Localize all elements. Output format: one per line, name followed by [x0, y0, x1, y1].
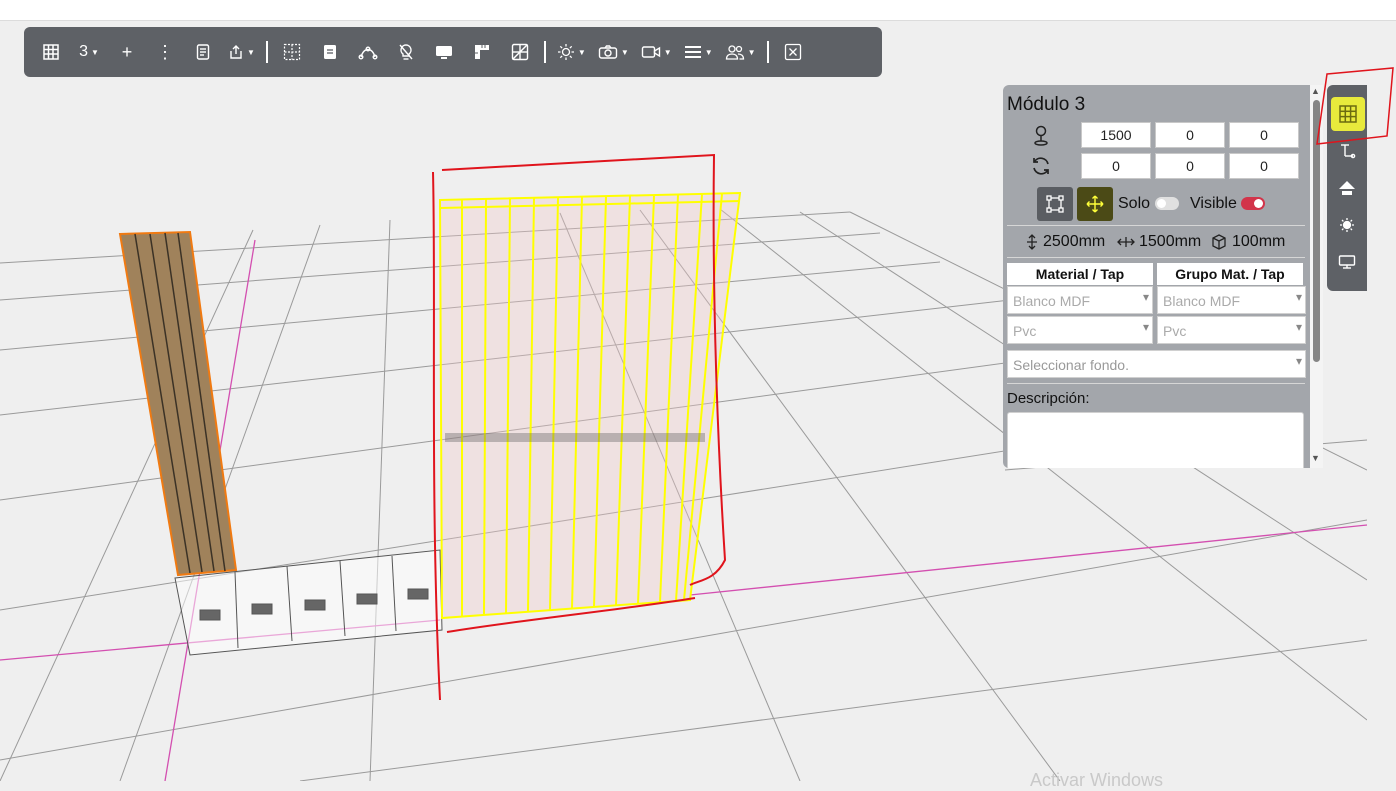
rotate-icon: [1029, 154, 1053, 178]
rail-light-button[interactable]: [1333, 211, 1361, 239]
lines-icon[interactable]: ▼: [680, 37, 717, 67]
panel-divider: [1007, 225, 1305, 226]
chevron-down-icon: ▼: [704, 47, 713, 57]
curve-icon[interactable]: [351, 37, 385, 67]
height-value: 2500mm: [1043, 233, 1106, 250]
solo-toggle[interactable]: [1155, 197, 1179, 210]
chevron-down-icon: ▼: [620, 47, 629, 57]
module-properties-panel: Módulo 3 Solo Visible 2500mm 1500mm: [1003, 85, 1310, 468]
group-material-select[interactable]: Blanco MDF: [1157, 286, 1306, 314]
description-textarea[interactable]: [1007, 412, 1304, 468]
chevron-down-icon: ▼: [577, 47, 586, 57]
toolbar-divider: [766, 41, 769, 63]
export-icon[interactable]: ▼: [224, 37, 259, 67]
solo-label: Solo: [1118, 195, 1151, 212]
chevron-down-icon: ▼: [247, 47, 255, 57]
position-y-input[interactable]: [1155, 122, 1225, 148]
video-icon[interactable]: ▼: [637, 37, 676, 67]
more-icon[interactable]: ⋮: [148, 37, 182, 67]
material-edge-select[interactable]: Pvc: [1007, 316, 1153, 344]
chevron-down-icon: ▼: [747, 47, 756, 57]
selected-panel-module: [438, 191, 742, 620]
monitor-icon[interactable]: [427, 37, 461, 67]
close-view-icon[interactable]: [776, 37, 810, 67]
position-x-input[interactable]: [1081, 122, 1151, 148]
grid-icon[interactable]: [275, 37, 309, 67]
camera-icon[interactable]: ▼: [594, 37, 633, 67]
sheet-icon[interactable]: [313, 37, 347, 67]
main-toolbar: 3 ▼ + ⋮ ▼ ▼ ▼ ▼ ▼ ▼: [24, 27, 882, 77]
dimensions-row: 2500mm 1500mm 100mm: [1003, 231, 1310, 253]
sun-icon[interactable]: ▼: [553, 37, 590, 67]
document-icon[interactable]: [186, 37, 220, 67]
group-edge-select[interactable]: Pvc: [1157, 316, 1306, 344]
browser-top-strip: [0, 0, 1396, 21]
depth-value: 100mm: [1232, 233, 1286, 250]
depth-box-icon: [1212, 234, 1226, 250]
panel-divider: [1007, 383, 1305, 384]
group-material-header: Grupo Mat. / Tap: [1157, 263, 1303, 285]
mode-controls: Solo Visible: [1003, 187, 1310, 221]
add-icon[interactable]: +: [110, 37, 144, 67]
material-select[interactable]: Blanco MDF: [1007, 286, 1153, 314]
rotation-y-input[interactable]: [1155, 153, 1225, 179]
material-header: Material / Tap: [1007, 263, 1153, 285]
modules-icon[interactable]: [34, 37, 68, 67]
panel-divider: [1007, 257, 1305, 258]
position-z-input[interactable]: [1229, 122, 1299, 148]
visible-toggle[interactable]: [1241, 197, 1265, 210]
toolbar-divider: [265, 41, 268, 63]
module-count-dropdown[interactable]: 3 ▼: [72, 37, 106, 67]
height-icon: [1027, 234, 1037, 250]
chevron-down-icon: ▼: [90, 47, 99, 57]
width-value: 1500mm: [1139, 233, 1202, 250]
scroll-down-icon[interactable]: ▼: [1311, 453, 1320, 463]
ruler-icon[interactable]: [465, 37, 499, 67]
rail-home-button[interactable]: [1333, 174, 1361, 202]
move-mode-button[interactable]: [1077, 187, 1113, 221]
users-icon[interactable]: ▼: [721, 37, 760, 67]
position-pin-icon: [1029, 123, 1053, 147]
background-select[interactable]: Seleccionar fondo.: [1007, 350, 1306, 378]
rotation-x-input[interactable]: [1081, 153, 1151, 179]
visible-label: Visible: [1190, 195, 1237, 212]
light-off-icon[interactable]: [389, 37, 423, 67]
pattern-icon[interactable]: [503, 37, 537, 67]
red-highlight-annotation: [1316, 67, 1394, 145]
module-count: 3: [79, 43, 88, 60]
chevron-down-icon: ▼: [663, 47, 672, 57]
width-icon: [1117, 237, 1135, 247]
position-row: [1003, 121, 1310, 150]
toolbar-divider: [543, 41, 546, 63]
rail-monitor-button[interactable]: [1333, 248, 1361, 276]
description-label: Descripción:: [1007, 390, 1090, 407]
rotation-z-input[interactable]: [1229, 153, 1299, 179]
scale-mode-button[interactable]: [1037, 187, 1073, 221]
panel-title: Módulo 3: [1007, 94, 1086, 115]
rotation-row: [1003, 152, 1310, 181]
